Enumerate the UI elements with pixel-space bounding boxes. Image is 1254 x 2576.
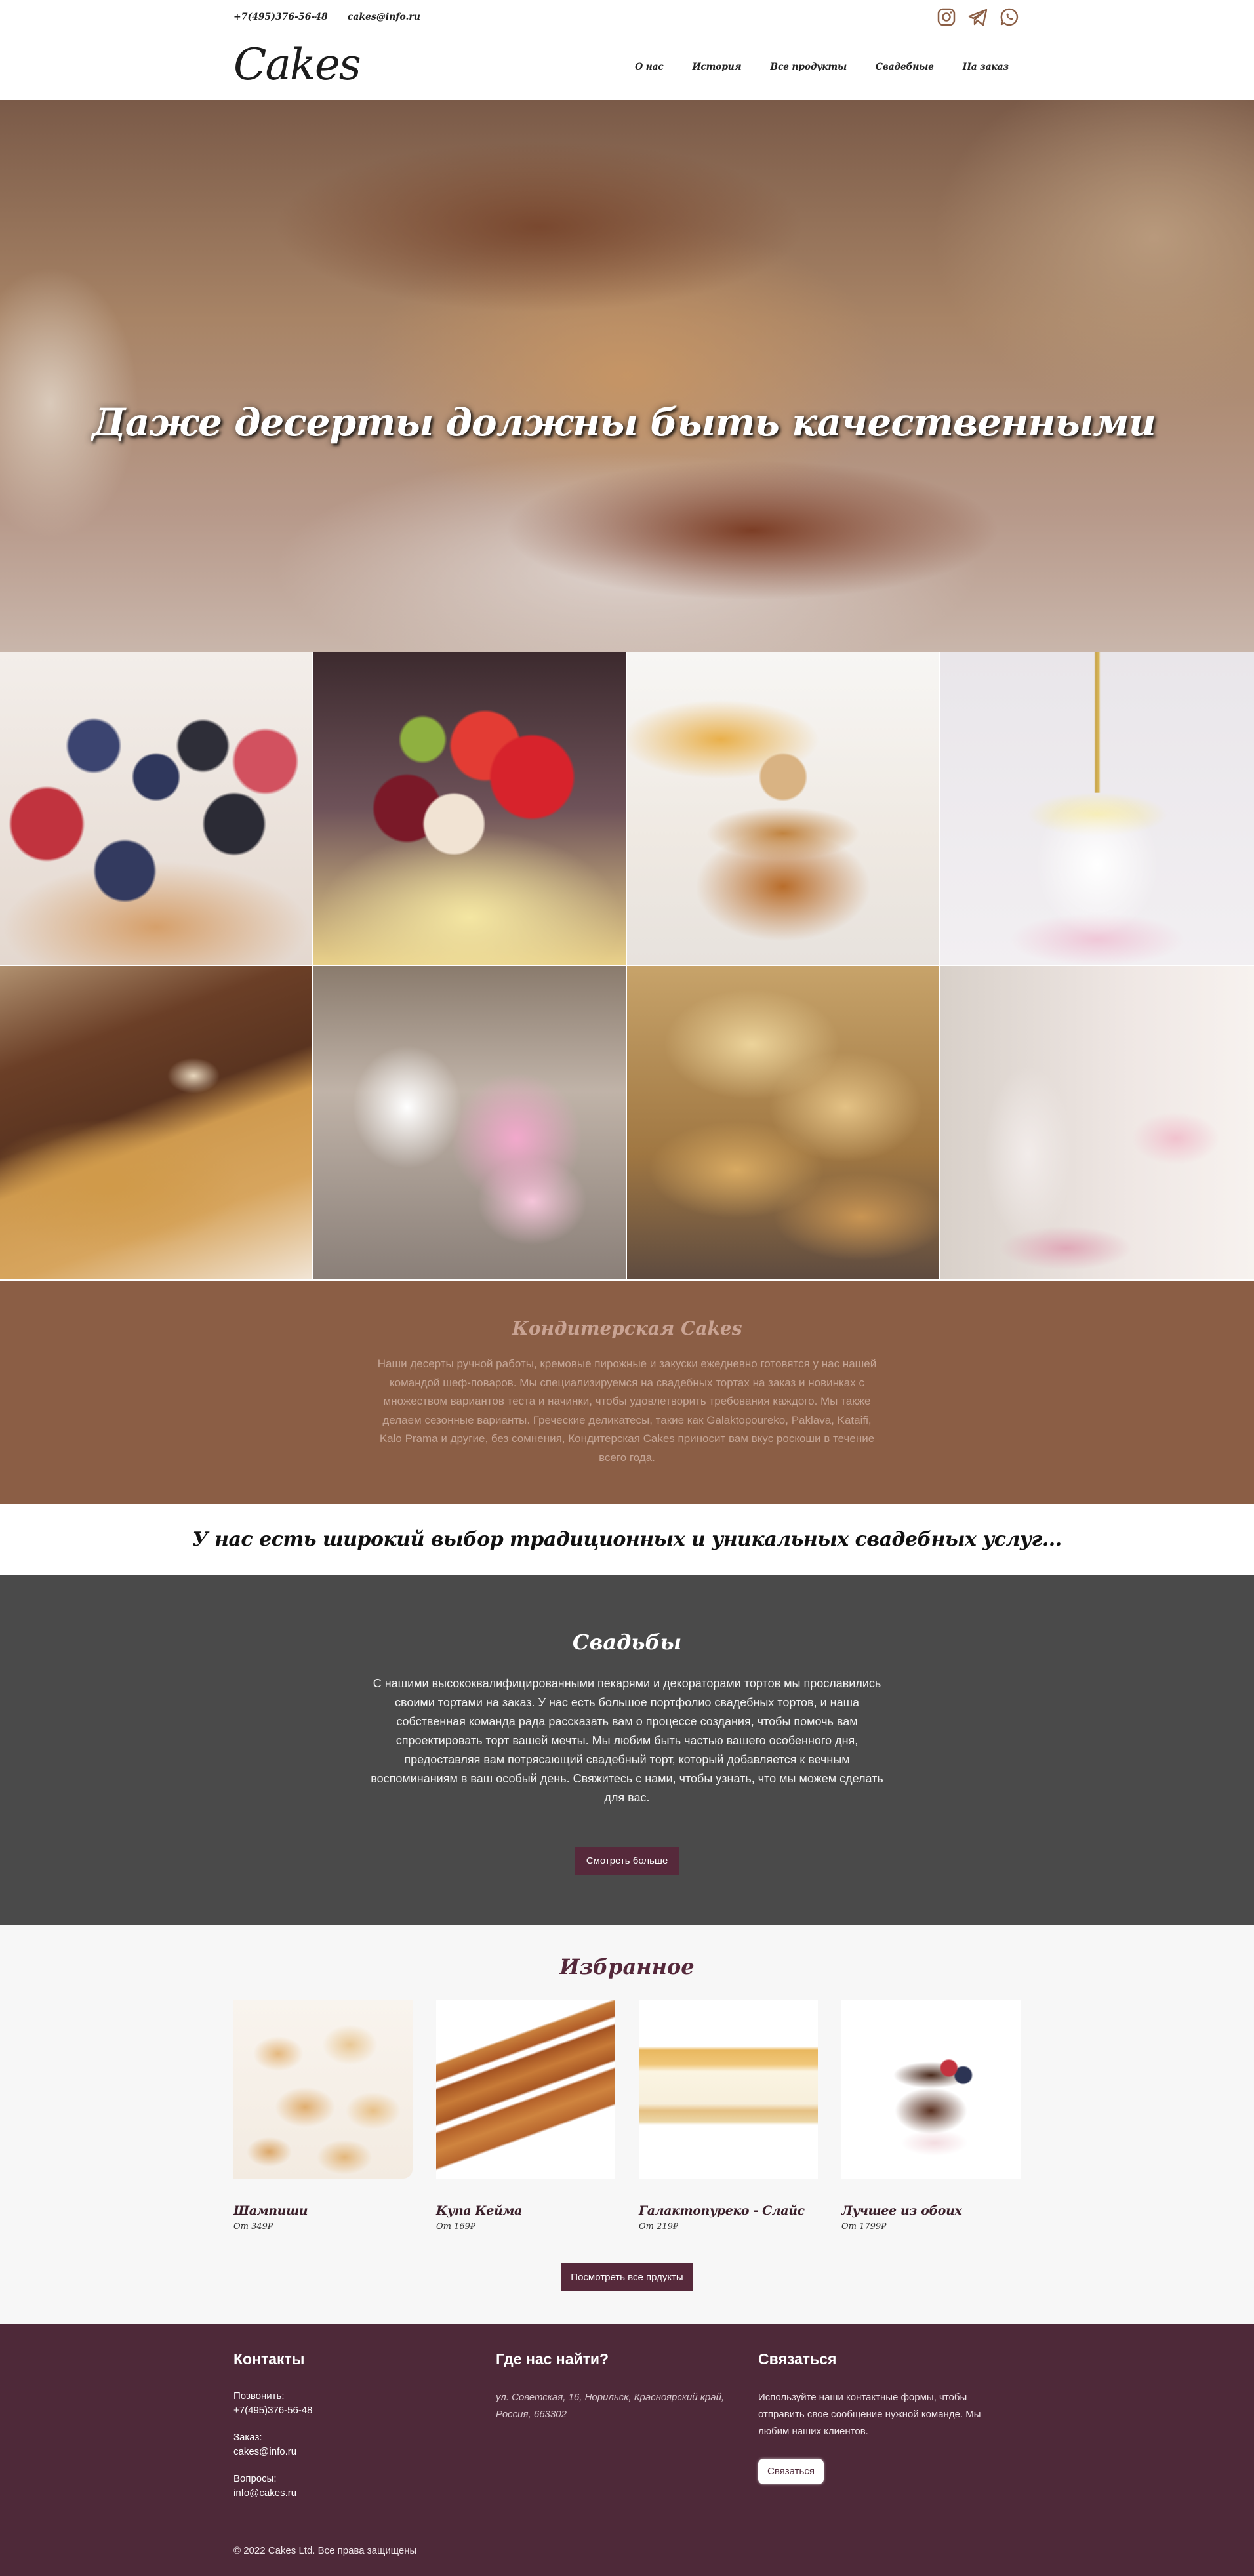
product-price: От 1799₽: [841, 2222, 887, 2232]
product-list: Шампиши От 349₽ Купа Кейма От 169₽ Галак…: [233, 2000, 1021, 2232]
product-price: От 219₽: [639, 2222, 679, 2232]
gallery-image-wedding-cake: [940, 966, 1254, 1281]
photo-gallery: [0, 652, 1254, 1281]
whatsapp-icon[interactable]: [998, 6, 1021, 28]
order-value[interactable]: cakes@info.ru: [233, 2445, 496, 2459]
product-image[interactable]: [436, 2000, 615, 2179]
product-name[interactable]: Лучшее из обоих: [841, 2204, 1021, 2218]
telegram-icon[interactable]: [967, 6, 989, 28]
featured-title: Избранное: [559, 1954, 695, 1979]
footer-connect: Связаться Используйте наши контактные фо…: [758, 2350, 1021, 2501]
footer-contacts: Контакты Позвонить: +7(495)376-56-48 Зак…: [233, 2350, 496, 2501]
footer-columns: Контакты Позвонить: +7(495)376-56-48 Зак…: [233, 2350, 1021, 2501]
gallery-image-fruit-cake: [314, 652, 627, 966]
top-contacts: +7(495)376-56-48 cakes@info.ru: [233, 12, 420, 22]
nav-wedding[interactable]: Свадебные: [861, 62, 948, 72]
tagline-text: У нас есть широкий выбор традиционных и …: [192, 1527, 1062, 1551]
questions-value[interactable]: info@cakes.ru: [233, 2486, 496, 2501]
nav-all-products[interactable]: Все продукты: [756, 62, 861, 72]
product-image[interactable]: [639, 2000, 818, 2179]
call-value[interactable]: +7(495)376-56-48: [233, 2404, 496, 2418]
product-price: От 169₽: [436, 2222, 476, 2232]
product-name[interactable]: Шампиши: [233, 2204, 413, 2218]
nav-history[interactable]: История: [678, 62, 756, 72]
weddings-text: С нашими высококвалифицированными пекаря…: [371, 1677, 883, 1804]
product-price: От 349₽: [233, 2222, 273, 2232]
top-phone[interactable]: +7(495)376-56-48: [233, 12, 328, 22]
order-label: Заказ:: [233, 2432, 262, 2443]
hero-banner: Даже десерты должны быть качественными: [0, 100, 1254, 652]
footer-location: Где нас найти? ул. Советская, 16, Нориль…: [496, 2350, 758, 2501]
product-name[interactable]: Купа Кейма: [436, 2204, 615, 2218]
nav-custom-order[interactable]: На заказ: [948, 62, 1021, 72]
product-card[interactable]: Купа Кейма От 169₽: [436, 2000, 615, 2232]
product-image[interactable]: [841, 2000, 1021, 2179]
tagline-section: У нас есть широкий выбор традиционных и …: [0, 1504, 1254, 1575]
weddings-section: Свадьбы С нашими высококвалифицированным…: [0, 1575, 1254, 1925]
see-more-button[interactable]: Смотреть больше: [575, 1847, 679, 1875]
footer-address: ул. Советская, 16, Норильск, Красноярски…: [496, 2392, 725, 2420]
product-name[interactable]: Галактопуреко - Слайс: [639, 2204, 818, 2218]
all-products-button[interactable]: Посмотреть все прдукты: [561, 2263, 693, 2291]
product-card[interactable]: Шампиши От 349₽: [233, 2000, 413, 2232]
hero-title: Даже десерты должны быть качественными: [0, 400, 1254, 445]
gallery-image-sesame-pastries: [627, 966, 940, 1281]
all-products-wrap: Посмотреть все прдукты: [0, 2232, 1254, 2291]
gallery-image-favor-bags: [314, 966, 627, 1281]
about-title: Кондитерская Cakes: [512, 1318, 742, 1339]
gallery-image-berry-tart: [0, 652, 314, 966]
logo[interactable]: Cakes: [233, 43, 361, 87]
footer-connect-title: Связаться: [758, 2350, 837, 2367]
about-text: Наши десерты ручной работы, кремовые пир…: [377, 1358, 877, 1464]
product-card[interactable]: Лучшее из обоих От 1799₽: [841, 2000, 1021, 2232]
hero-title-text: Даже десерты должны быть качественными: [92, 400, 1156, 445]
product-image[interactable]: [233, 2000, 413, 2179]
contact-button[interactable]: Связаться: [758, 2459, 824, 2484]
product-card[interactable]: Галактопуреко - Слайс От 219₽: [639, 2000, 818, 2232]
topbar: +7(495)376-56-48 cakes@info.ru: [0, 0, 1254, 34]
footer-connect-text: Используйте наши контактные формы, чтобы…: [758, 2392, 981, 2437]
footer: Контакты Позвонить: +7(495)376-56-48 Зак…: [0, 2324, 1254, 2576]
footer-location-title: Где нас найти?: [496, 2350, 609, 2367]
gallery-image-almond-cake: [0, 966, 314, 1281]
footer-contacts-title: Контакты: [233, 2350, 305, 2367]
copyright: © 2022 Cakes Ltd. Все права защищены: [233, 2545, 417, 2556]
gallery-image-caramel-cake: [627, 652, 940, 966]
main-nav: О нас История Все продукты Свадебные На …: [620, 62, 1021, 72]
social-links: [935, 6, 1021, 28]
weddings-title: Свадьбы: [572, 1630, 682, 1655]
instagram-icon[interactable]: [935, 6, 958, 28]
navbar: Cakes О нас История Все продукты Свадебн…: [0, 34, 1254, 100]
questions-label: Вопросы:: [233, 2473, 277, 2484]
nav-about[interactable]: О нас: [620, 62, 678, 72]
gallery-image-unicorn-cake: [940, 652, 1254, 966]
about-section: Кондитерская Cakes Наши десерты ручной р…: [0, 1281, 1254, 1504]
top-email[interactable]: cakes@info.ru: [348, 12, 420, 22]
call-label: Позвонить:: [233, 2390, 285, 2402]
featured-section: Избранное Шампиши От 349₽ Купа Кейма От …: [0, 1925, 1254, 2324]
